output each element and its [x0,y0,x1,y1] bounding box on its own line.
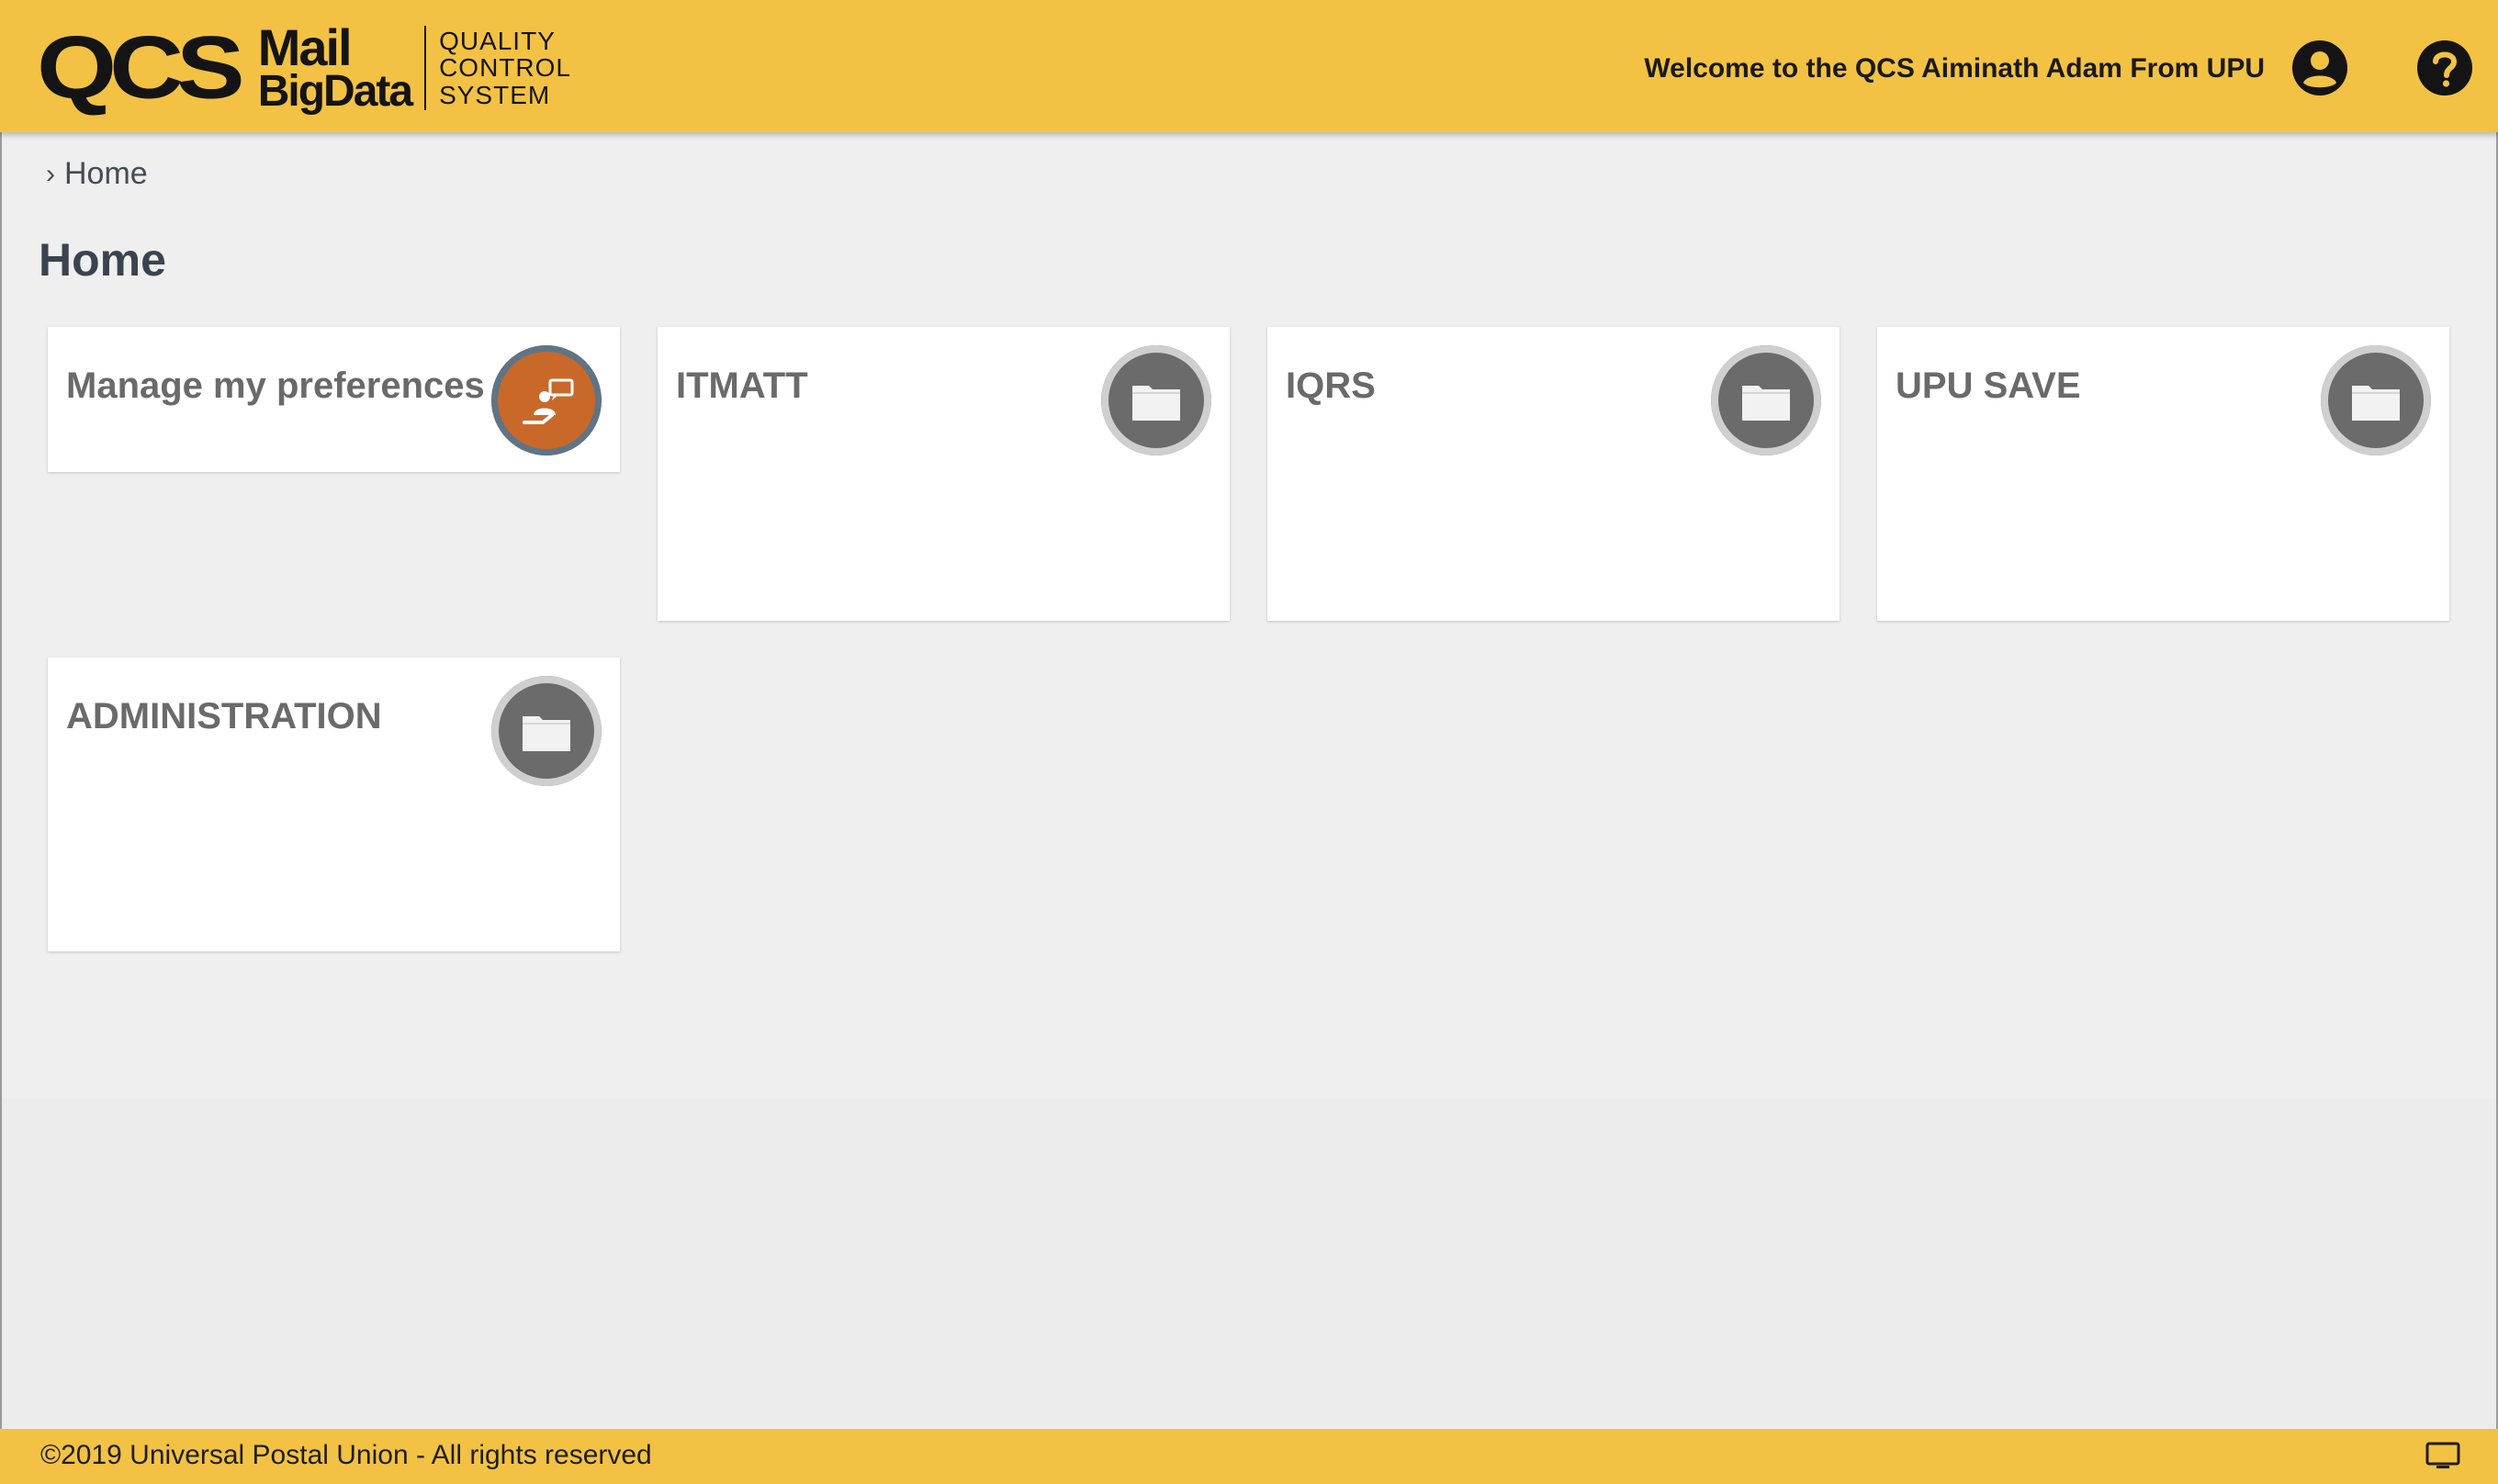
tile-label: IQRS [1286,365,1376,406]
page-title: Home [39,234,166,286]
logo-mail-text: Mail [257,18,353,77]
top-header: QCS Mail BigData QUALITY CONTROL SYSTEM … [0,0,2498,132]
breadcrumb-item-home[interactable]: Home [64,156,148,192]
footer: ©2019 Universal Postal Union - All right… [0,1429,2498,1484]
logo-divider [424,26,427,110]
logo-bigdata-text: BigData [257,66,413,116]
footer-copyright: ©2019 Universal Postal Union - All right… [40,1440,652,1470]
folder-icon [491,676,602,786]
tile-label: UPU SAVE [1896,365,2081,406]
tile-label: Manage my preferences [66,365,485,406]
tile-label: ADMINISTRATION [66,696,382,736]
tile-itmatt[interactable]: ITMATT [658,327,1230,621]
help-circle-icon[interactable] [2415,39,2474,97]
logo-tagline: QUALITY CONTROL SYSTEM [439,28,571,107]
breadcrumb-chevron-icon: › [46,158,55,189]
logo-qcs-text: QCS [37,17,245,118]
monitor-icon[interactable] [2425,1440,2461,1473]
tile-upu-save[interactable]: UPU SAVE [1877,327,2449,621]
tile-iqrs[interactable]: IQRS [1267,327,1840,621]
tile-label: ITMATT [676,365,808,406]
logo-tagline-line: QUALITY [439,27,556,56]
logo-tagline-line: CONTROL [439,53,571,83]
folder-icon [2321,345,2431,455]
preferences-icon [491,345,602,455]
folder-icon [1101,345,1211,455]
breadcrumb: › Home [46,156,148,192]
account-circle-icon[interactable] [2290,39,2349,97]
folder-icon [1711,345,1821,455]
logo-mail-bigdata: Mail BigData [257,18,413,116]
welcome-message: Welcome to the QCS Aiminath Adam From UP… [1644,53,2265,84]
logo-tagline-line: SYSTEM [439,80,551,109]
tile-manage-preferences[interactable]: Manage my preferences [48,327,620,472]
tile-administration[interactable]: ADMINISTRATION [48,658,620,951]
qcs-logo[interactable]: QCS Mail BigData QUALITY CONTROL SYSTEM [37,20,571,116]
